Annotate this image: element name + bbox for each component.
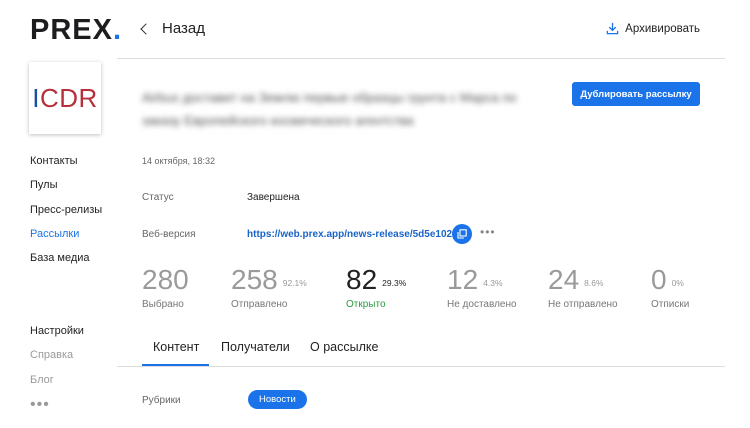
sidebar-item-media-base[interactable]: База медиа: [30, 252, 90, 264]
stat-opened: 82 29.3% Открыто: [346, 264, 407, 310]
copy-icon: [457, 229, 467, 239]
stat-label: Открыто: [346, 299, 386, 310]
stat-value: 0: [651, 264, 667, 295]
sidebar-more-icon[interactable]: •••: [30, 397, 50, 413]
release-date: 14 октября, 18:32: [142, 156, 216, 166]
stat-percent: 29.3%: [382, 278, 407, 288]
duplicate-mailing-button[interactable]: Дублировать рассылку: [572, 82, 700, 106]
brand-name: PREX: [30, 14, 113, 46]
release-title: Airbus доставит на Землю первые образцы …: [142, 90, 517, 128]
rubrics-label: Рубрики: [142, 395, 181, 406]
back-button[interactable]: Назад: [140, 20, 205, 37]
tab-content[interactable]: Контент: [153, 340, 199, 354]
tabs-divider: [117, 366, 725, 367]
stat-sent: 258 92.1% Отправлено: [231, 264, 307, 310]
sidebar-item-contacts[interactable]: Контакты: [30, 155, 78, 167]
stat-label: Выбрано: [142, 299, 184, 310]
stat-value: 82: [346, 264, 378, 295]
stat-label: Отписки: [651, 299, 690, 310]
sidebar-item-blog[interactable]: Блог: [30, 374, 54, 386]
rubric-tag-news[interactable]: Новости: [248, 390, 307, 409]
stat-percent: 0%: [671, 278, 684, 288]
stat-selected: 280 Выбрано: [142, 264, 194, 310]
status-value: Завершена: [247, 192, 300, 203]
stat-percent: 92.1%: [282, 278, 307, 288]
copy-link-button[interactable]: [452, 224, 472, 244]
stat-percent: 8.6%: [584, 278, 604, 288]
company-avatar[interactable]: ICDR: [29, 62, 101, 134]
stat-value: 24: [548, 264, 580, 295]
sidebar-item-press-releases[interactable]: Пресс-релизы: [30, 204, 102, 216]
header-divider: [117, 58, 725, 59]
back-label: Назад: [162, 20, 205, 37]
stat-value: 12: [447, 264, 479, 295]
tab-recipients[interactable]: Получатели: [221, 340, 290, 354]
stat-value: 280: [142, 264, 189, 295]
sidebar-item-help[interactable]: Справка: [30, 349, 73, 361]
prex-logo[interactable]: PREX.: [30, 14, 122, 47]
stat-value: 258: [231, 264, 278, 295]
web-version-link[interactable]: https://web.prex.app/news-release/5d5e10…: [247, 229, 458, 240]
status-label: Статус: [142, 192, 174, 203]
archive-button[interactable]: Архивировать: [606, 22, 700, 35]
stat-unsubscribes: 0 0% Отписки: [651, 264, 689, 310]
chevron-left-icon: [140, 23, 152, 35]
more-options-icon[interactable]: •••: [480, 226, 496, 238]
stat-not-sent: 24 8.6% Не отправлено: [548, 264, 618, 310]
brand-dot: .: [112, 14, 123, 46]
archive-label: Архивировать: [625, 22, 700, 35]
stat-label: Не отправлено: [548, 299, 618, 310]
sidebar-item-mailings[interactable]: Рассылки: [30, 228, 79, 240]
stat-percent: 4.3%: [483, 278, 503, 288]
sidebar-item-settings[interactable]: Настройки: [30, 325, 84, 337]
stat-not-delivered: 12 4.3% Не доставлено: [447, 264, 517, 310]
web-version-label: Веб-версия: [142, 229, 196, 240]
sidebar-item-pools[interactable]: Пулы: [30, 179, 58, 191]
download-icon: [606, 22, 619, 35]
stat-label: Не доставлено: [447, 299, 517, 310]
company-logo: ICDR: [32, 82, 98, 113]
stat-label: Отправлено: [231, 299, 288, 310]
company-logo-text: CDR: [39, 82, 98, 113]
tab-about-mailing[interactable]: О рассылке: [310, 340, 378, 354]
